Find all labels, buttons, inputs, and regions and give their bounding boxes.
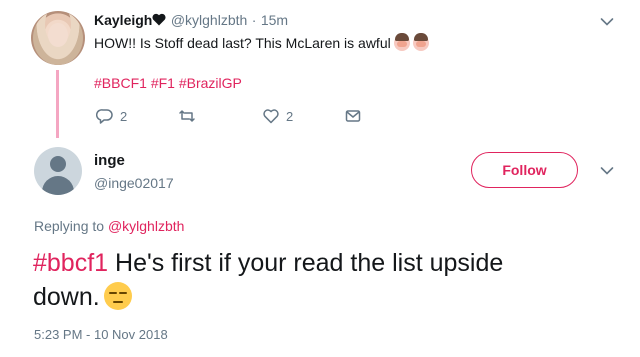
- retweet-button[interactable]: [178, 107, 202, 125]
- parent-handle[interactable]: @kylghlzbth: [171, 12, 247, 28]
- like-count: 2: [286, 108, 294, 124]
- reply-text-line-1: #bbcf1 He's first if your read the list …: [33, 246, 503, 280]
- message-icon: [345, 110, 361, 122]
- hashtag-link[interactable]: #BBCF1: [94, 75, 147, 91]
- reply-icon: [96, 109, 113, 124]
- reply-tweet-text: #bbcf1 He's first if your read the list …: [33, 246, 503, 314]
- avatar-kayleigh[interactable]: [31, 11, 85, 65]
- replying-to-label: Replying to: [34, 218, 105, 234]
- reply-button[interactable]: 2: [96, 107, 127, 125]
- reply-text-line-2-body: down.: [33, 283, 100, 311]
- avatar-inge[interactable]: [34, 147, 82, 195]
- follow-button[interactable]: Follow: [471, 152, 578, 188]
- facepalm-emoji: [393, 33, 410, 51]
- hashtag-link[interactable]: #F1: [151, 75, 175, 91]
- black-heart-icon: [152, 13, 166, 26]
- parent-tweet-header: Kayleigh @kylghlzbth · 15m: [94, 12, 288, 30]
- replying-to: Replying to @kylghlzbth: [34, 218, 184, 234]
- replying-to-handle[interactable]: @kylghlzbth: [108, 218, 184, 234]
- chevron-down-icon[interactable]: [600, 166, 614, 176]
- parent-tweet-text: HOW!! Is Stoff dead last? This McLaren i…: [94, 33, 429, 51]
- reply-timestamp[interactable]: 5:23 PM - 10 Nov 2018: [34, 327, 168, 342]
- reply-handle[interactable]: @inge02017: [94, 175, 174, 191]
- unamused-emoji: [103, 282, 132, 310]
- separator-dot: ·: [251, 12, 257, 28]
- reply-text-line-1-body: He's first if your read the list upside: [108, 249, 504, 277]
- reply-text-line-2: down.: [33, 280, 503, 314]
- hashtag-link[interactable]: #bbcf1: [33, 249, 108, 277]
- facepalm-emoji: [412, 33, 429, 51]
- hashtag-link[interactable]: #BrazilGP: [179, 75, 242, 91]
- like-button[interactable]: 2: [262, 107, 293, 125]
- like-icon: [263, 109, 279, 124]
- reply-display-name[interactable]: inge: [94, 152, 125, 169]
- direct-message-button[interactable]: [344, 107, 362, 125]
- parent-display-name[interactable]: Kayleigh: [94, 12, 152, 28]
- parent-hashtags: #BBCF1 #F1 #BrazilGP: [94, 75, 242, 91]
- chevron-down-icon[interactable]: [600, 17, 614, 27]
- parent-text: HOW!! Is Stoff dead last? This McLaren i…: [94, 35, 391, 51]
- reply-count: 2: [120, 108, 128, 124]
- parent-time-ago[interactable]: 15m: [261, 12, 288, 28]
- retweet-icon: [179, 110, 195, 122]
- thread-line: [56, 70, 59, 138]
